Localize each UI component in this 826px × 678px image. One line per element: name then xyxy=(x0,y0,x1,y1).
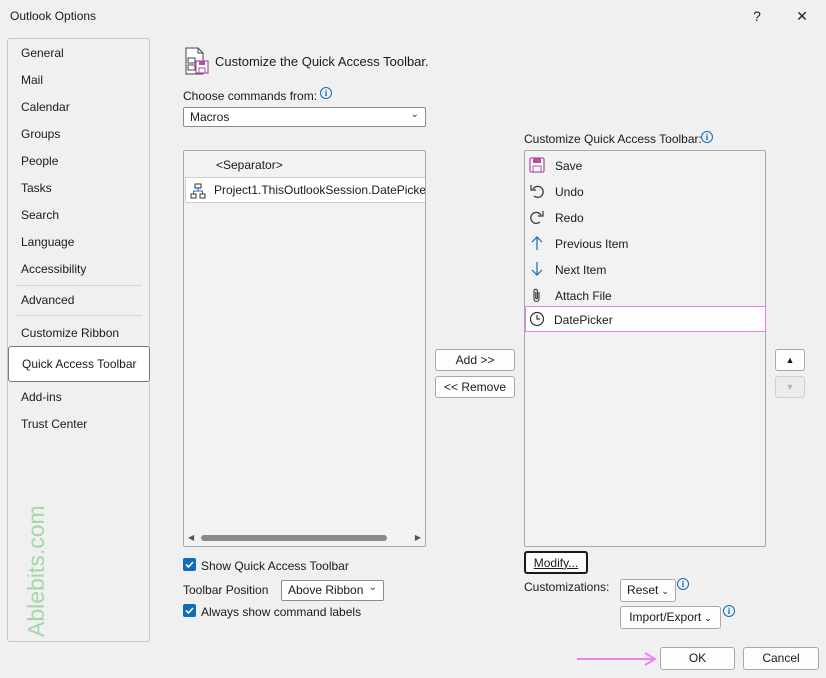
choose-commands-value: Macros xyxy=(190,110,230,124)
scroll-right-icon[interactable]: ▶ xyxy=(415,533,421,542)
reset-label: Reset xyxy=(627,583,659,597)
modify-button[interactable]: Modify... xyxy=(524,551,588,574)
undo-icon xyxy=(530,185,544,198)
nav-item-groups[interactable]: Groups xyxy=(21,127,60,141)
nav-item-quick-access-toolbar[interactable]: Quick Access Toolbar xyxy=(8,346,150,382)
clock-icon xyxy=(529,311,545,327)
customize-qat-label: Customize Quick Access Toolbar: xyxy=(524,132,702,146)
info-icon[interactable]: i xyxy=(701,131,713,143)
redo-icon xyxy=(530,211,544,224)
list-item-label: Attach File xyxy=(555,289,612,303)
watermark-text: Ablebits.com xyxy=(23,505,49,637)
list-item-label: Next Item xyxy=(555,263,607,277)
list-item-next-item[interactable]: Next Item xyxy=(525,257,765,281)
quick-access-toolbar-icon xyxy=(183,46,211,76)
info-icon[interactable]: i xyxy=(677,578,689,590)
checkmark-icon xyxy=(185,561,194,569)
nav-item-customize-ribbon[interactable]: Customize Ribbon xyxy=(21,326,119,340)
list-item-label: DatePicker xyxy=(554,313,613,327)
list-item-label: Previous Item xyxy=(555,237,629,251)
info-icon[interactable]: i xyxy=(723,605,735,617)
nav-item-general[interactable]: General xyxy=(21,46,64,60)
macro-icon xyxy=(190,183,206,199)
list-item-label: Undo xyxy=(555,185,584,199)
nav-item-tasks[interactable]: Tasks xyxy=(21,181,52,195)
nav-item-search[interactable]: Search xyxy=(21,208,59,222)
chevron-down-icon: ⌄ xyxy=(661,586,669,596)
choose-commands-dropdown[interactable]: Macros ⌄ xyxy=(183,107,426,127)
always-show-labels-checkbox[interactable] xyxy=(183,604,196,617)
choose-commands-label: Choose commands from: xyxy=(183,89,317,103)
save-icon xyxy=(529,157,545,173)
checkmark-icon xyxy=(185,607,194,615)
help-button[interactable]: ? xyxy=(742,4,772,28)
toolbar-position-label: Toolbar Position xyxy=(183,583,269,597)
nav-item-language[interactable]: Language xyxy=(21,235,74,249)
paperclip-icon xyxy=(533,288,540,303)
add-button[interactable]: Add >> xyxy=(435,349,515,371)
nav-item-label: Quick Access Toolbar xyxy=(22,357,137,371)
scrollbar-thumb[interactable] xyxy=(201,535,387,541)
triangle-up-icon: ▲ xyxy=(785,355,795,365)
list-item-separator[interactable]: <Separator> xyxy=(216,158,283,172)
close-button[interactable]: ✕ xyxy=(787,4,817,28)
scroll-left-icon[interactable]: ◀ xyxy=(188,533,194,542)
toolbar-position-dropdown[interactable]: Above Ribbon ⌄ xyxy=(281,580,384,601)
list-item-label: Project1.ThisOutlookSession.DatePicker xyxy=(214,183,426,197)
remove-button[interactable]: << Remove xyxy=(435,376,515,398)
toolbar-position-value: Above Ribbon xyxy=(288,583,364,597)
move-up-button[interactable]: ▲ xyxy=(775,349,805,371)
ok-button[interactable]: OK xyxy=(660,647,735,670)
show-qat-label[interactable]: Show Quick Access Toolbar xyxy=(201,559,349,573)
nav-item-calendar[interactable]: Calendar xyxy=(21,100,70,114)
customizations-label: Customizations: xyxy=(524,580,610,594)
list-item-redo[interactable]: Redo xyxy=(525,205,765,229)
list-item-macro[interactable]: Project1.ThisOutlookSession.DatePicker xyxy=(185,177,426,203)
list-item-label: Redo xyxy=(555,211,584,225)
triangle-down-icon: ▼ xyxy=(785,382,795,392)
list-item-save[interactable]: Save xyxy=(525,153,765,177)
info-icon[interactable]: i xyxy=(320,87,332,99)
nav-divider xyxy=(16,285,142,286)
nav-item-people[interactable]: People xyxy=(21,154,58,168)
import-export-label: Import/Export xyxy=(629,610,702,624)
list-item-undo[interactable]: Undo xyxy=(525,179,765,203)
always-show-labels-label[interactable]: Always show command labels xyxy=(201,605,361,619)
nav-item-trust-center[interactable]: Trust Center xyxy=(21,417,87,431)
import-export-dropdown-button[interactable]: Import/Export ⌄ xyxy=(620,606,721,629)
window-title: Outlook Options xyxy=(10,9,97,23)
nav-item-add-ins[interactable]: Add-ins xyxy=(21,390,62,404)
qat-commands-list[interactable]: Save Undo Redo Previous Item Next Item A… xyxy=(524,150,766,547)
title-bar: Outlook Options ? ✕ xyxy=(0,0,826,32)
list-item-label: Save xyxy=(555,159,583,173)
show-qat-checkbox[interactable] xyxy=(183,558,196,571)
list-item-previous-item[interactable]: Previous Item xyxy=(525,231,765,255)
list-item-datepicker[interactable]: DatePicker xyxy=(525,306,766,332)
cancel-button[interactable]: Cancel xyxy=(743,647,819,670)
nav-item-accessibility[interactable]: Accessibility xyxy=(21,262,86,276)
pointer-arrow-icon xyxy=(577,652,657,666)
nav-item-mail[interactable]: Mail xyxy=(21,73,43,87)
chevron-down-icon: ⌄ xyxy=(704,613,712,623)
reset-dropdown-button[interactable]: Reset ⌄ xyxy=(620,579,676,602)
arrow-up-icon xyxy=(531,236,543,250)
commands-list[interactable]: <Separator> Project1.ThisOutlookSession.… xyxy=(183,150,426,547)
list-item-attach-file[interactable]: Attach File xyxy=(525,283,765,307)
move-down-button[interactable]: ▼ xyxy=(775,376,805,398)
horizontal-scrollbar[interactable]: ◀ ▶ xyxy=(184,529,425,546)
chevron-down-icon: ⌄ xyxy=(368,582,377,593)
modify-label: Modify... xyxy=(533,556,579,570)
ablebits-watermark: Ablebits.com xyxy=(23,505,49,637)
choose-commands-label-text: Choose commands from: xyxy=(183,89,318,103)
nav-item-advanced[interactable]: Advanced xyxy=(21,293,74,307)
page-heading: Customize the Quick Access Toolbar. xyxy=(215,54,429,69)
nav-divider xyxy=(16,315,142,316)
chevron-down-icon: ⌄ xyxy=(410,109,419,120)
arrow-down-icon xyxy=(531,262,543,276)
